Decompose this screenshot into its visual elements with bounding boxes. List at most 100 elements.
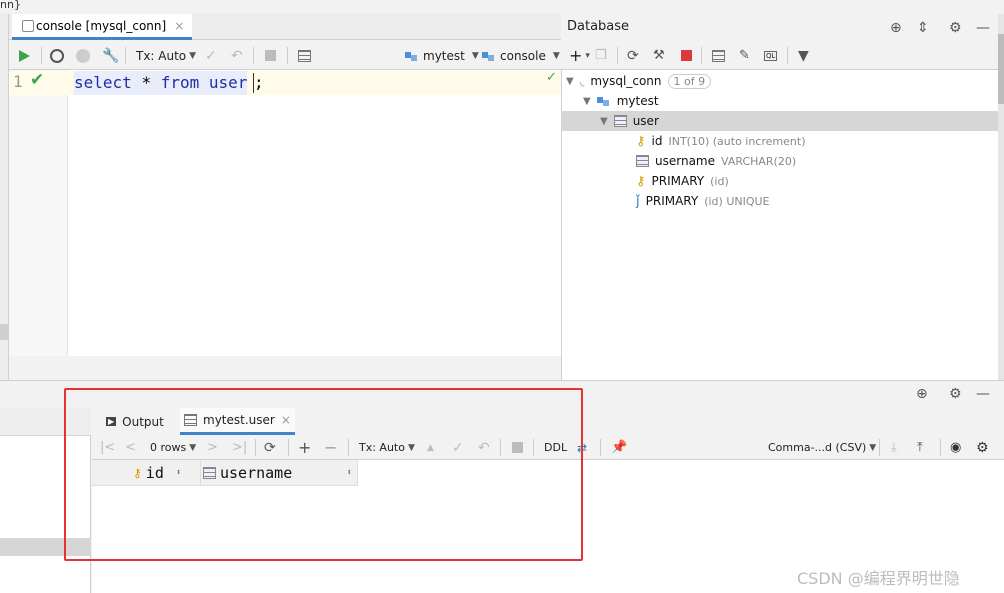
sync-icon: ⚒ xyxy=(653,48,665,63)
expanded-arrow-icon: ▼ xyxy=(566,75,574,87)
index-icon: ǰ xyxy=(636,193,640,209)
column-icon xyxy=(636,155,649,167)
table-icon xyxy=(298,49,311,62)
collapse-all-icon[interactable]: ⇕ xyxy=(917,20,929,36)
tree-node-label: mysql_conn xyxy=(590,74,662,88)
history-button[interactable] xyxy=(50,41,64,70)
chevron-down-icon: ▼ xyxy=(471,50,479,61)
tree-node-connection[interactable]: ▼ ◟ mysql_conn 1 of 9 xyxy=(566,71,712,91)
database-panel-title: Database xyxy=(567,19,630,34)
commit-button[interactable]: ✓ xyxy=(205,41,217,70)
result-settings-button[interactable]: ⚙ xyxy=(976,435,989,460)
session-label: console xyxy=(500,48,546,63)
tree-node-unique-index[interactable]: ǰ PRIMARY (id) UNIQUE xyxy=(636,191,770,211)
export-format-label: Comma-...d (CSV) xyxy=(768,441,867,454)
schema-icon xyxy=(405,50,419,62)
text-caret xyxy=(253,73,254,93)
tree-node-primary-key[interactable]: ⚷ PRIMARY (id) xyxy=(636,171,729,191)
line-number: 1 xyxy=(13,72,23,91)
tree-node-label: id xyxy=(651,134,663,148)
tab-console-label: console [mysql_conn] xyxy=(36,18,167,33)
tree-node-label: user xyxy=(632,114,659,128)
crosshair-icon[interactable]: ⊕ xyxy=(890,20,902,36)
session-icon xyxy=(482,50,496,62)
left-tool-strip xyxy=(0,14,9,380)
column-type: VARCHAR(20) xyxy=(721,154,797,168)
rollback-button[interactable]: ↶ xyxy=(231,41,243,70)
gear-icon[interactable]: ⚙ xyxy=(949,386,962,402)
ql-icon: QL xyxy=(764,50,778,61)
console-button[interactable]: QL xyxy=(764,41,778,70)
session-dropdown[interactable]: console ▼ xyxy=(482,41,560,70)
pause-button[interactable] xyxy=(76,41,90,70)
crosshair-icon[interactable]: ⊕ xyxy=(916,386,928,402)
duplicate-button[interactable]: ❐ xyxy=(595,41,607,70)
filter-icon: ▼ xyxy=(798,47,809,64)
gear-icon: ⚙ xyxy=(976,439,989,456)
window-title-fragment: nn} xyxy=(0,0,21,11)
view-button[interactable]: ◉ xyxy=(950,435,961,460)
add-button[interactable]: + ▾ xyxy=(569,41,590,70)
tree-node-label: PRIMARY xyxy=(645,194,699,208)
pin-tab-button[interactable]: 📌 xyxy=(611,435,627,460)
wrench-icon: 🔧 xyxy=(102,47,120,64)
statement-terminator: ; xyxy=(254,73,264,92)
plus-icon: + xyxy=(569,46,583,65)
key-icon: ⚷ xyxy=(636,173,646,189)
export-button[interactable]: ⤓ xyxy=(891,435,897,460)
minimize-icon[interactable]: — xyxy=(976,20,990,36)
tree-node-table[interactable]: ▼ user xyxy=(600,111,659,131)
minimize-icon[interactable]: — xyxy=(976,386,990,402)
download-icon: ⤓ xyxy=(891,440,897,455)
output-layout-button[interactable] xyxy=(298,41,311,70)
sql-editor[interactable] xyxy=(9,70,561,356)
tree-node-column-id[interactable]: ⚷ id INT(10) (auto increment) xyxy=(636,131,805,151)
stop-red-icon xyxy=(681,50,692,61)
right-scrollbar[interactable] xyxy=(998,14,1004,380)
tree-node-label: username xyxy=(655,154,715,168)
table-view-button[interactable] xyxy=(712,41,725,70)
editor-gutter xyxy=(9,70,68,356)
refresh-button[interactable]: ⟳ xyxy=(627,41,639,70)
mysql-icon: ◟ xyxy=(579,74,585,88)
pause-icon xyxy=(76,48,90,63)
statement-ok-icon: ✔ xyxy=(30,70,45,90)
chevron-down-icon: ▾ xyxy=(585,50,590,61)
schema-label: mytest xyxy=(423,48,465,63)
star-token: * xyxy=(141,73,152,92)
run-button[interactable] xyxy=(19,41,30,70)
chevron-down-icon: ▼ xyxy=(869,442,877,453)
schema-count-badge[interactable]: 1 of 9 xyxy=(667,73,712,89)
filter-button[interactable]: ▼ xyxy=(798,41,809,70)
settings-wrench-button[interactable]: 🔧 xyxy=(102,41,119,70)
table-icon xyxy=(613,115,627,127)
schema-sync-button[interactable]: ⚒ xyxy=(653,41,665,70)
copy-icon: ❐ xyxy=(595,48,607,63)
annotation-highlight-box xyxy=(64,388,583,561)
key-column-icon: ⚷ xyxy=(636,133,646,149)
edit-button[interactable]: ✎ xyxy=(739,41,750,70)
stop-button[interactable] xyxy=(265,41,276,70)
table-token: user xyxy=(208,73,248,92)
upload-icon: ⤒ xyxy=(917,440,923,455)
tab-close-icon[interactable]: × xyxy=(174,19,184,33)
import-button[interactable]: ⤒ xyxy=(917,435,923,460)
editor-toolbar: 🔧 Tx: Auto ▼ ✓ ↶ mytest ▼ console ▼ xyxy=(9,41,561,70)
stop-icon xyxy=(265,50,276,61)
tx-mode-dropdown[interactable]: Tx: Auto ▼ xyxy=(136,41,196,70)
export-format-dropdown[interactable]: Comma-...d (CSV) ▼ xyxy=(768,435,876,460)
editor-bottom-area xyxy=(9,356,561,380)
chevron-down-icon: ▼ xyxy=(189,50,197,61)
disconnect-button[interactable] xyxy=(681,41,692,70)
database-toolbar: + ▾ ❐ ⟳ ⚒ ✎ QL ▼ xyxy=(561,41,998,70)
tree-node-column-username[interactable]: username VARCHAR(20) xyxy=(636,151,796,171)
tree-node-schema[interactable]: ▼ mytest xyxy=(583,91,659,111)
schema-dropdown[interactable]: mytest ▼ xyxy=(405,41,479,70)
pencil-icon: ✎ xyxy=(739,48,750,63)
table-icon xyxy=(712,49,725,62)
sql-statement[interactable]: select * from user xyxy=(74,71,248,95)
play-icon xyxy=(19,49,30,62)
tab-console[interactable]: console [mysql_conn] × xyxy=(12,14,193,40)
gear-icon[interactable]: ⚙ xyxy=(949,20,962,36)
clock-icon xyxy=(50,48,64,63)
